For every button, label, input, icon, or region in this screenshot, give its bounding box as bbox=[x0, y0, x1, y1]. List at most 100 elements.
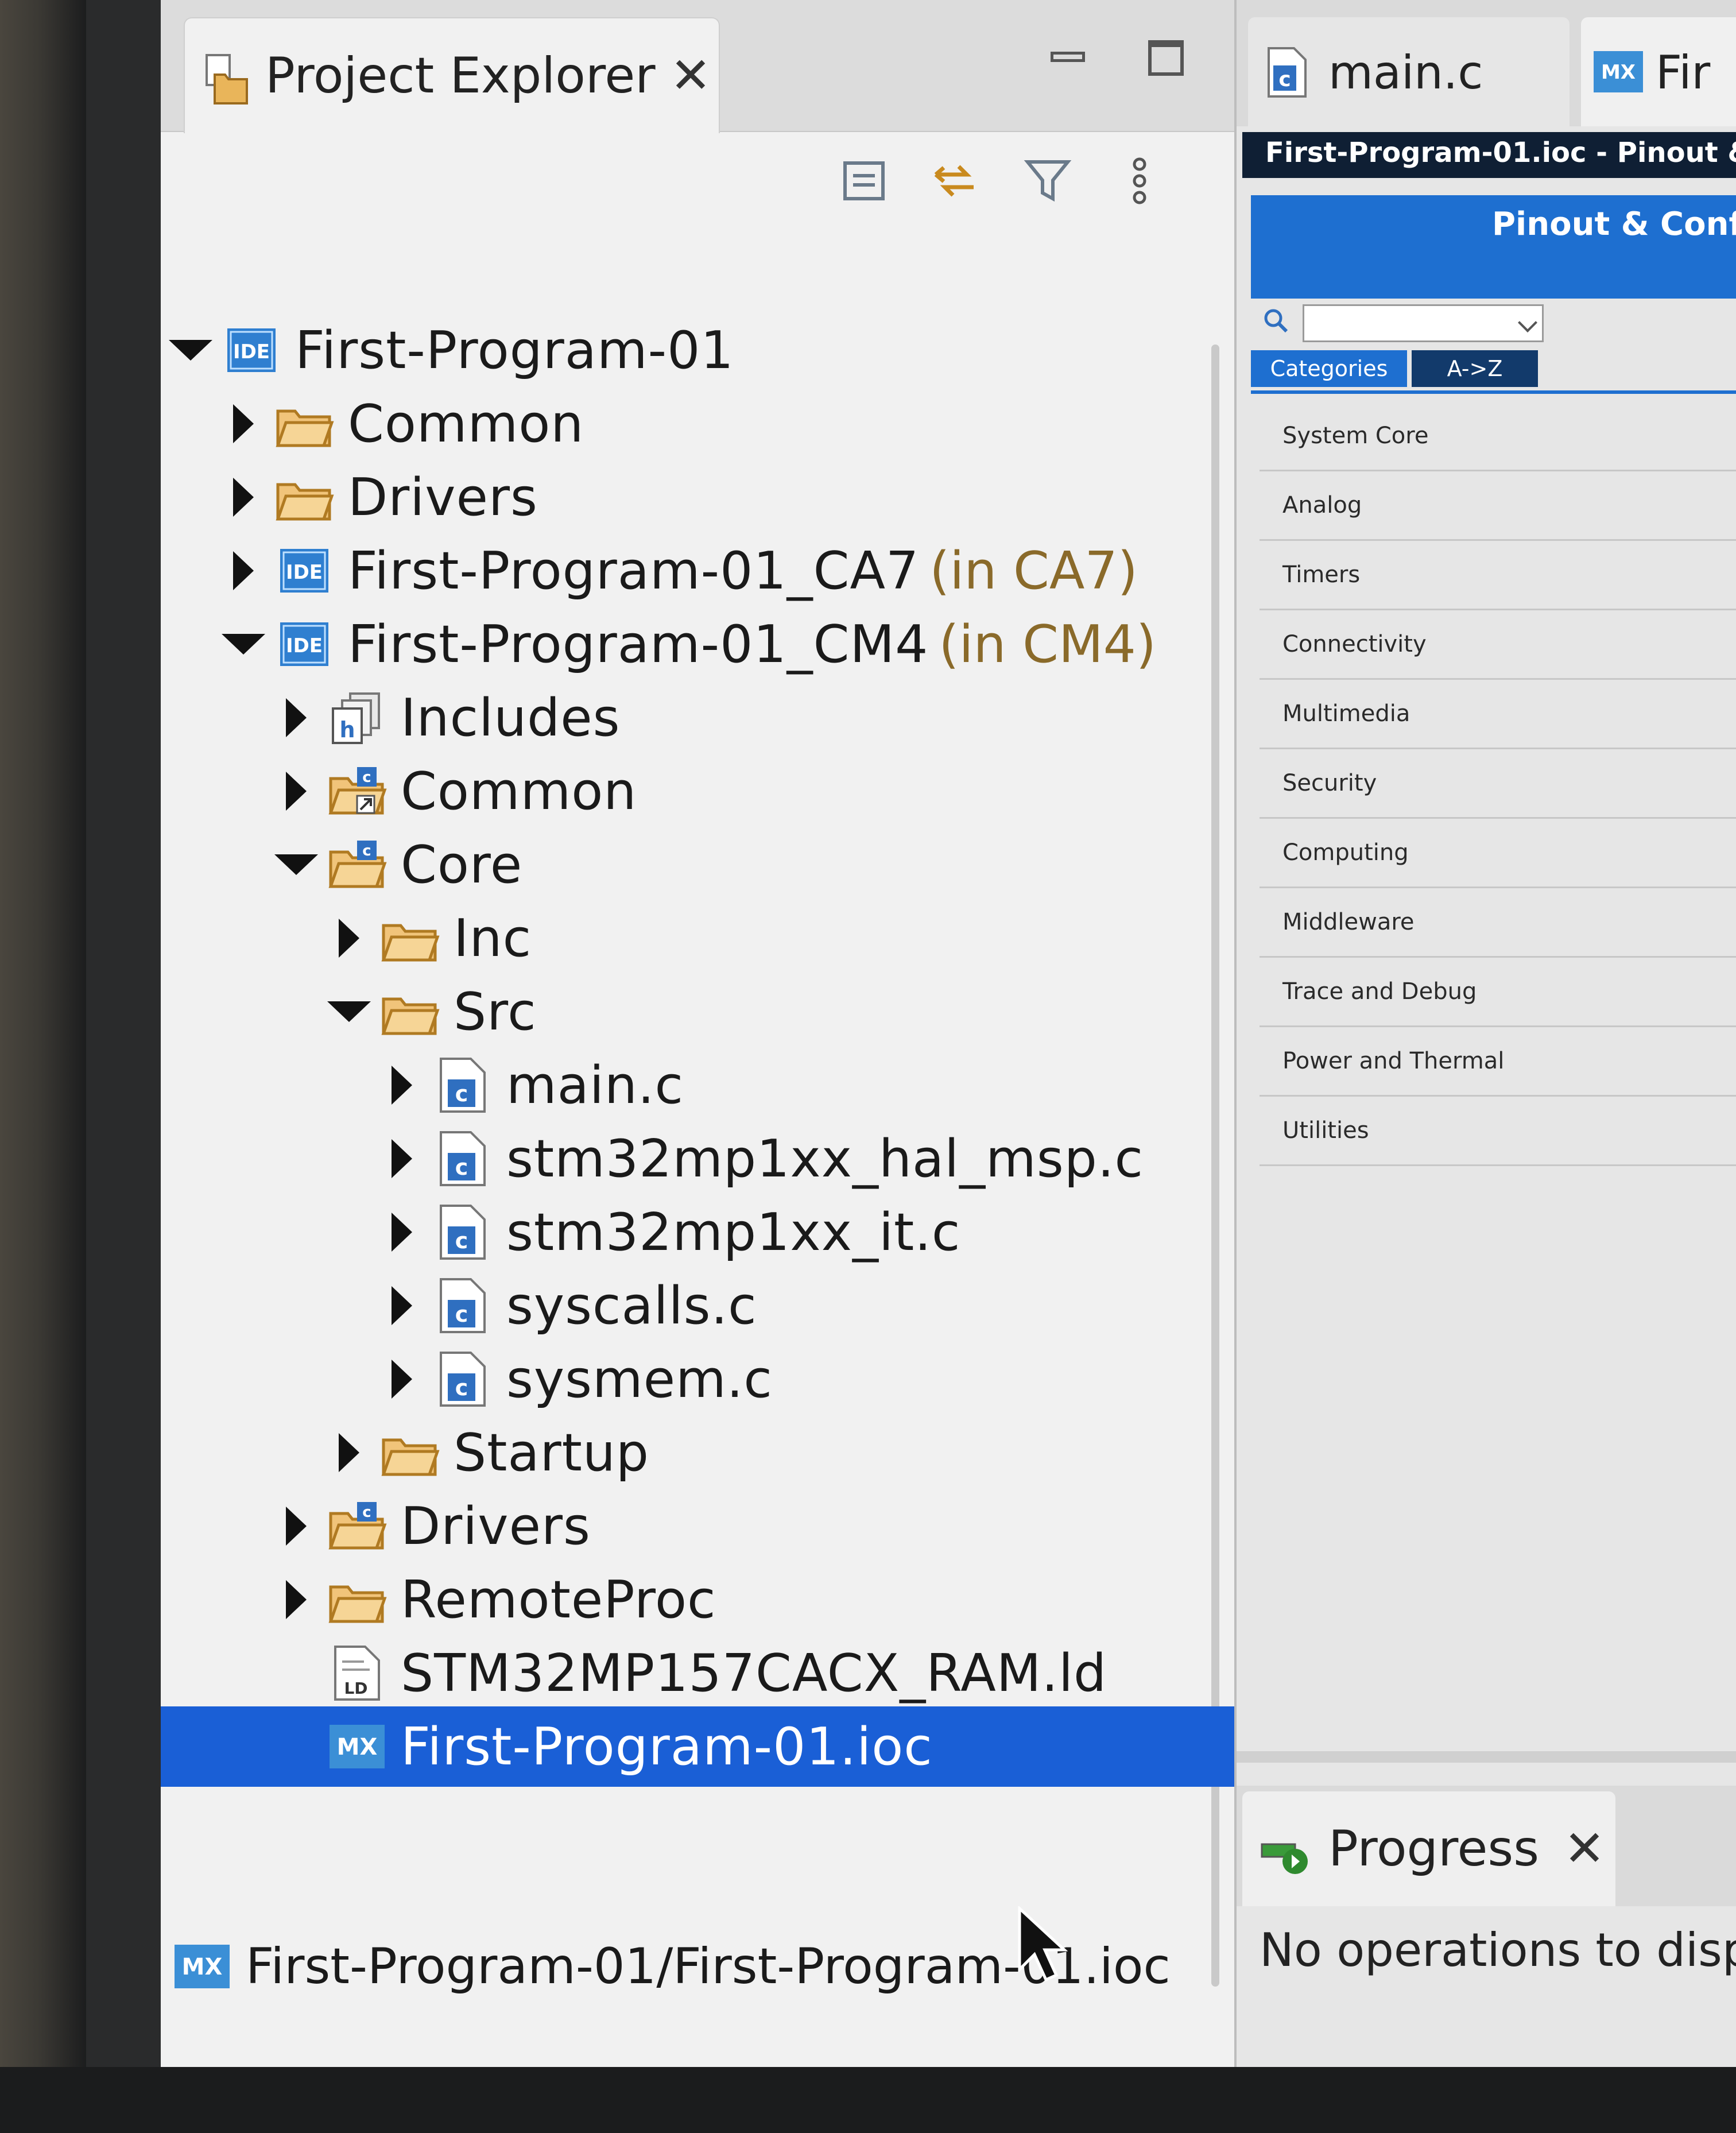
chevron-right-icon[interactable] bbox=[278, 1503, 315, 1549]
category-item[interactable]: Computing bbox=[1260, 819, 1736, 888]
tree-item[interactable]: c Drivers bbox=[161, 1486, 1311, 1566]
project-explorer-title: Project Explorer bbox=[265, 47, 656, 104]
folder-icon bbox=[381, 924, 440, 962]
tree-item[interactable]: c Core bbox=[161, 824, 1311, 905]
category-item[interactable]: System Core bbox=[1260, 402, 1736, 471]
source-folder-icon: c bbox=[328, 841, 387, 888]
progress-tabbar: Progress ✕ bbox=[1237, 1786, 1736, 1906]
tab-project-explorer[interactable]: Project Explorer ✕ bbox=[184, 17, 720, 133]
folder-icon bbox=[381, 1438, 440, 1476]
chevron-right-icon[interactable] bbox=[383, 1062, 420, 1108]
chevron-down-icon[interactable] bbox=[327, 989, 371, 1035]
category-item[interactable]: Utilities bbox=[1260, 1097, 1736, 1166]
tree-item-label: stm32mp1xx_hal_msp.c bbox=[506, 1128, 1144, 1189]
category-item[interactable]: Connectivity bbox=[1260, 610, 1736, 680]
category-item[interactable]: Multimedia bbox=[1260, 680, 1736, 749]
linked-source-folder-icon: c bbox=[328, 767, 387, 815]
close-icon[interactable]: ✕ bbox=[670, 47, 711, 104]
tree-item-label: syscalls.c bbox=[506, 1275, 757, 1336]
svg-text:LD: LD bbox=[344, 1679, 367, 1698]
tree-item-label: main.c bbox=[506, 1055, 684, 1116]
chevron-right-icon[interactable] bbox=[383, 1283, 420, 1329]
filter-icon[interactable] bbox=[1022, 155, 1074, 207]
tree-item[interactable]: IDE First-Program-01_CA7 (in CA7) bbox=[161, 531, 1258, 611]
collapse-all-icon[interactable] bbox=[838, 155, 890, 207]
tab-categories[interactable]: Categories bbox=[1251, 350, 1407, 387]
tab-ioc[interactable]: MX Fir bbox=[1581, 17, 1736, 126]
ide-window: Project Explorer ✕ IDE First-Program-01 Co… bbox=[161, 0, 1736, 2067]
tree-item-label: Common bbox=[348, 393, 584, 454]
tree-item[interactable]: c syscalls.c bbox=[161, 1265, 1417, 1346]
category-item[interactable]: Analog bbox=[1260, 471, 1736, 541]
tree-item[interactable]: RemoteProc bbox=[161, 1559, 1311, 1640]
category-item[interactable]: Security bbox=[1260, 749, 1736, 819]
category-list: System Core Analog Timers Connectivity Multi… bbox=[1260, 402, 1736, 1166]
close-icon[interactable]: ✕ bbox=[1564, 1820, 1605, 1877]
maximize-button[interactable] bbox=[1148, 40, 1184, 76]
c-file-icon: c bbox=[440, 1131, 486, 1186]
tree-item-label: sysmem.c bbox=[506, 1349, 773, 1410]
svg-text:c: c bbox=[455, 1155, 468, 1180]
tab-progress[interactable]: Progress ✕ bbox=[1242, 1791, 1615, 1906]
chevron-right-icon[interactable] bbox=[383, 1209, 420, 1255]
category-item[interactable]: Middleware bbox=[1260, 888, 1736, 958]
chevron-down-icon[interactable] bbox=[222, 621, 265, 667]
mx-file-icon: MX bbox=[1594, 51, 1643, 92]
folder-icon bbox=[276, 483, 334, 521]
mx-file-icon: MX bbox=[175, 1945, 230, 1988]
chevron-right-icon[interactable] bbox=[383, 1136, 420, 1182]
search-input[interactable] bbox=[1303, 304, 1544, 342]
tree-item[interactable]: Src bbox=[161, 971, 1364, 1052]
tree-item[interactable]: Common bbox=[161, 384, 1258, 464]
editor-title: First-Program-01.ioc - Pinout & bbox=[1265, 137, 1736, 169]
tree-item[interactable]: c stm32mp1xx_it.c bbox=[161, 1192, 1417, 1272]
tree-item[interactable]: IDE First-Program-01 bbox=[161, 310, 1206, 390]
tree-item-label: Startup bbox=[454, 1422, 650, 1483]
category-item[interactable]: Power and Thermal bbox=[1260, 1027, 1736, 1097]
chevron-right-icon[interactable] bbox=[331, 1430, 367, 1476]
tree-item[interactable]: Startup bbox=[161, 1412, 1364, 1493]
folder-icon bbox=[276, 409, 334, 447]
tree-item[interactable]: LD STM32MP157CACX_RAM.ld bbox=[161, 1633, 1311, 1713]
view-menu-icon[interactable] bbox=[1114, 155, 1165, 207]
svg-text:c: c bbox=[455, 1081, 468, 1106]
tree-item[interactable]: c main.c bbox=[161, 1045, 1417, 1125]
category-item[interactable]: Trace and Debug bbox=[1260, 958, 1736, 1027]
chevron-right-icon[interactable] bbox=[278, 768, 315, 814]
category-item[interactable]: Timers bbox=[1260, 541, 1736, 610]
svg-text:c: c bbox=[1278, 68, 1291, 91]
svg-text:MX: MX bbox=[182, 1954, 223, 1980]
tree-item[interactable]: Inc bbox=[161, 898, 1364, 978]
tree-item[interactable]: Drivers bbox=[161, 457, 1258, 537]
tree-item[interactable]: IDE First-Program-01_CM4 (in CM4) bbox=[161, 604, 1258, 684]
view-tabs: Categories A->Z bbox=[1251, 350, 1736, 394]
search-icon bbox=[1264, 309, 1288, 333]
tree-item[interactable]: MX First-Program-01.ioc bbox=[161, 1706, 1323, 1787]
tree-item-label: First-Program-01.ioc bbox=[401, 1716, 933, 1777]
tab-main-c[interactable]: c main.c bbox=[1248, 17, 1570, 126]
chevron-right-icon[interactable] bbox=[225, 474, 262, 520]
chevron-right-icon[interactable] bbox=[331, 915, 367, 961]
chevron-right-icon[interactable] bbox=[383, 1356, 420, 1402]
editor-tabbar: c main.c MX Fir bbox=[1237, 0, 1736, 126]
chevron-right-icon[interactable] bbox=[225, 401, 262, 447]
tree-item[interactable]: c Common bbox=[161, 751, 1311, 831]
chevron-down-icon[interactable] bbox=[274, 842, 318, 888]
chevron-right-icon[interactable] bbox=[225, 548, 262, 594]
banner-label: Pinout & Conf bbox=[1492, 206, 1736, 243]
chevron-right-icon[interactable] bbox=[278, 695, 315, 741]
tree-item[interactable]: c sysmem.c bbox=[161, 1339, 1417, 1419]
chevron-right-icon[interactable] bbox=[278, 1577, 315, 1623]
svg-text:c: c bbox=[455, 1228, 468, 1253]
tab-a-to-z[interactable]: A->Z bbox=[1412, 350, 1538, 387]
tree-item[interactable]: c stm32mp1xx_hal_msp.c bbox=[161, 1118, 1417, 1199]
tree-item-label: First-Program-01 bbox=[295, 320, 734, 381]
tree-item[interactable]: h Includes bbox=[161, 678, 1311, 758]
minimize-button[interactable] bbox=[1051, 52, 1085, 62]
mouse-cursor-icon bbox=[1018, 1906, 1068, 1982]
svg-text:IDE: IDE bbox=[233, 340, 270, 363]
link-with-editor-icon[interactable] bbox=[930, 155, 982, 207]
chevron-down-icon[interactable] bbox=[169, 327, 212, 373]
svg-text:IDE: IDE bbox=[286, 561, 323, 584]
svg-text:c: c bbox=[362, 1504, 371, 1521]
